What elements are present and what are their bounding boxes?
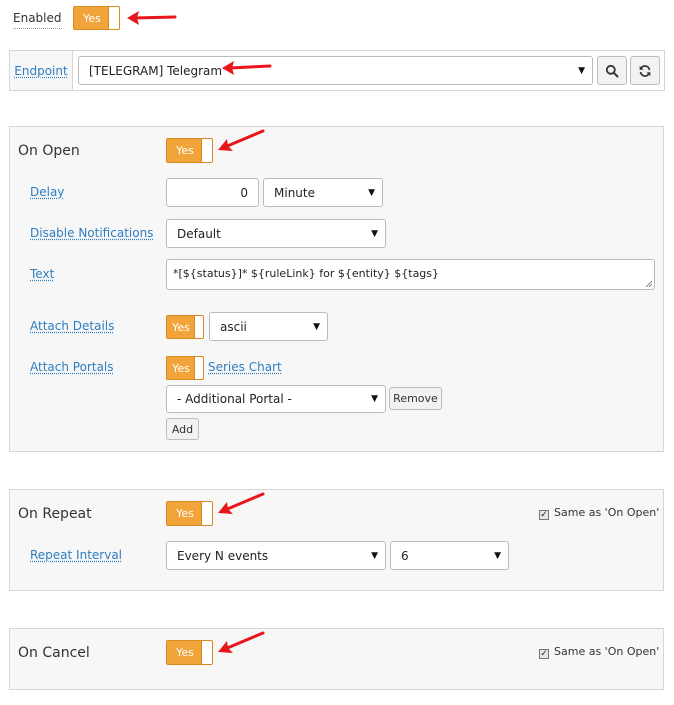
on-open-section: On Open Yes Delay 0 Minute ▼ Disable Not… [9, 126, 664, 452]
chevron-down-icon: ▼ [313, 321, 320, 332]
on-open-title: On Open [18, 143, 80, 159]
refresh-icon [639, 64, 651, 77]
toggle-knob [201, 139, 212, 162]
on-cancel-same-as-label: Same as 'On Open' [554, 645, 660, 658]
endpoint-row: Endpoint [TELEGRAM] Telegram ▼ [9, 50, 665, 91]
repeat-count-value: 6 [401, 548, 409, 563]
on-repeat-title: On Repeat [18, 506, 92, 522]
attach-portals-toggle-label: Yes [172, 361, 190, 375]
chevron-down-icon: ▼ [371, 550, 378, 561]
delay-unit-select[interactable]: Minute ▼ [263, 178, 383, 207]
on-repeat-toggle[interactable]: Yes [166, 501, 213, 526]
endpoint-value: [TELEGRAM] Telegram [89, 63, 223, 78]
attach-details-format-select[interactable]: ascii ▼ [209, 312, 328, 341]
toggle-knob [194, 357, 203, 379]
attach-portals-toggle[interactable]: Yes [166, 356, 204, 380]
on-cancel-title: On Cancel [18, 645, 90, 661]
text-label[interactable]: Text [30, 267, 54, 281]
checkbox-checked-icon: ✓ [539, 510, 549, 520]
repeat-mode-value: Every N events [177, 548, 269, 563]
resize-handle-icon[interactable] [645, 280, 652, 287]
enabled-toggle[interactable]: Yes [73, 6, 120, 30]
additional-portal-value: - Additional Portal - [177, 392, 292, 406]
checkbox-checked-icon: ✓ [539, 649, 549, 659]
enabled-toggle-label: Yes [83, 11, 101, 25]
delay-value: 0 [240, 185, 248, 200]
disable-notifications-value: Default [177, 226, 221, 241]
enabled-label: Enabled [13, 11, 62, 29]
chevron-down-icon: ▼ [371, 394, 378, 404]
toggle-knob [194, 316, 203, 338]
search-button[interactable] [597, 56, 627, 85]
on-cancel-same-as-checkbox[interactable]: ✓ Same as 'On Open' [539, 645, 659, 659]
on-cancel-toggle[interactable]: Yes [166, 640, 213, 665]
endpoint-label-cell: Endpoint [10, 51, 73, 90]
attach-details-toggle[interactable]: Yes [166, 315, 204, 339]
delay-label[interactable]: Delay [30, 185, 64, 199]
toggle-knob [108, 7, 119, 29]
on-repeat-same-as-checkbox[interactable]: ✓ Same as 'On Open' [539, 506, 659, 520]
chevron-down-icon: ▼ [368, 187, 375, 198]
toggle-knob [201, 502, 212, 525]
delay-unit-value: Minute [274, 185, 315, 200]
additional-portal-select[interactable]: - Additional Portal - ▼ [166, 385, 386, 413]
chevron-down-icon: ▼ [371, 228, 378, 239]
repeat-count-select[interactable]: 6 ▼ [390, 541, 509, 570]
chevron-down-icon: ▼ [578, 65, 585, 76]
on-cancel-section: On Cancel Yes ✓ Same as 'On Open' [9, 628, 664, 690]
on-open-toggle-label: Yes [176, 144, 194, 157]
on-repeat-toggle-label: Yes [176, 507, 194, 520]
repeat-mode-select[interactable]: Every N events ▼ [166, 541, 386, 570]
on-repeat-section: On Repeat Yes ✓ Same as 'On Open' Repeat … [9, 489, 664, 591]
series-chart-link[interactable]: Series Chart [208, 360, 282, 374]
text-textarea[interactable]: *[${status}]* ${ruleLink} for ${entity} … [166, 259, 655, 290]
attach-details-label[interactable]: Attach Details [30, 319, 114, 333]
delay-input[interactable]: 0 [166, 178, 259, 207]
on-cancel-toggle-label: Yes [176, 646, 194, 659]
endpoint-select[interactable]: [TELEGRAM] Telegram ▼ [78, 56, 593, 85]
repeat-interval-label[interactable]: Repeat Interval [30, 548, 122, 562]
refresh-button[interactable] [630, 56, 660, 85]
text-value: *[${status}]* ${ruleLink} for ${entity} … [173, 267, 440, 280]
annotation-arrow [127, 11, 177, 25]
search-icon [605, 64, 619, 77]
attach-details-toggle-label: Yes [172, 320, 190, 334]
on-repeat-same-as-label: Same as 'On Open' [554, 506, 660, 519]
disable-notifications-label[interactable]: Disable Notifications [30, 226, 153, 240]
disable-notifications-select[interactable]: Default ▼ [166, 219, 386, 248]
chevron-down-icon: ▼ [494, 550, 501, 561]
remove-button[interactable]: Remove [389, 387, 442, 410]
toggle-knob [201, 641, 212, 664]
on-open-toggle[interactable]: Yes [166, 138, 213, 163]
attach-portals-label[interactable]: Attach Portals [30, 360, 114, 374]
endpoint-label[interactable]: Endpoint [14, 64, 67, 78]
attach-details-format-value: ascii [220, 319, 247, 334]
add-button[interactable]: Add [166, 418, 199, 440]
